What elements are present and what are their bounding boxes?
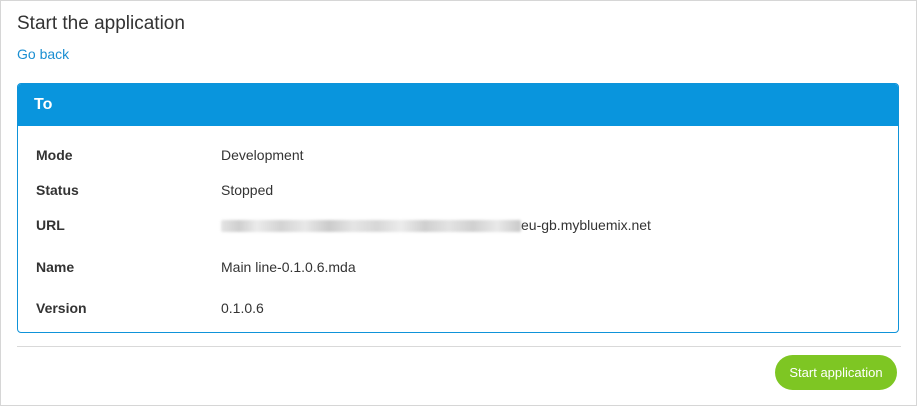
name-label: Name	[36, 259, 75, 275]
page-frame: Start the application Go back To Mode De…	[0, 0, 917, 406]
panel-header: To	[18, 84, 898, 126]
footer-divider	[17, 346, 901, 347]
url-label: URL	[36, 217, 65, 233]
url-value: eu-gb.mybluemix.net	[521, 217, 651, 233]
details-panel: To Mode Development Status Stopped URL e…	[17, 83, 899, 333]
go-back-link[interactable]: Go back	[17, 46, 69, 62]
start-application-button[interactable]: Start application	[775, 355, 897, 390]
page-title: Start the application	[17, 13, 185, 34]
version-label: Version	[36, 300, 87, 316]
version-value: 0.1.0.6	[221, 300, 264, 316]
name-value: Main line-0.1.0.6.mda	[221, 259, 356, 275]
mode-value: Development	[221, 147, 304, 163]
mode-label: Mode	[36, 147, 73, 163]
redacted-url-prefix	[221, 220, 521, 233]
status-value: Stopped	[221, 182, 274, 198]
url-value-container: eu-gb.mybluemix.net	[221, 217, 651, 233]
status-label: Status	[36, 182, 79, 198]
